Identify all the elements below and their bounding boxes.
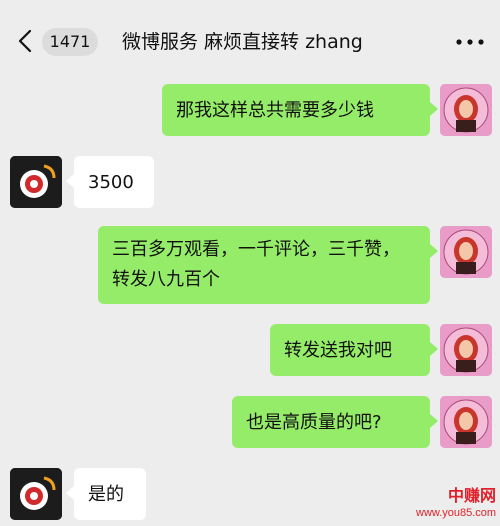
user-avatar[interactable]: [440, 324, 492, 376]
portrait-icon: [440, 226, 492, 278]
message-row: 3500: [0, 156, 500, 210]
watermark: 中赚网 www.you85.com: [416, 486, 500, 526]
message-row: 三百多万观看，一千评论，三千赞，转发八九百个: [0, 226, 500, 306]
watermark-title: 中赚网: [447, 486, 496, 505]
unread-count-badge[interactable]: 1471: [42, 28, 98, 56]
more-options-button[interactable]: [452, 30, 488, 54]
message-bubble[interactable]: 是的: [74, 468, 146, 520]
ellipsis-icon: [456, 39, 484, 45]
weibo-avatar[interactable]: [10, 468, 62, 520]
message-row: 也是高质量的吧?: [0, 396, 500, 450]
user-avatar[interactable]: [440, 396, 492, 448]
message-text: 也是高质量的吧?: [246, 412, 382, 433]
message-bubble[interactable]: 那我这样总共需要多少钱: [162, 84, 430, 136]
portrait-icon: [440, 396, 492, 448]
message-bubble[interactable]: 转发送我对吧: [270, 324, 430, 376]
message-row: 那我这样总共需要多少钱: [0, 84, 500, 138]
weibo-logo-icon: [10, 468, 62, 520]
chevron-left-icon: [18, 29, 32, 53]
user-avatar[interactable]: [440, 226, 492, 278]
message-bubble[interactable]: 三百多万观看，一千评论，三千赞，转发八九百个: [98, 226, 430, 304]
message-text: 那我这样总共需要多少钱: [176, 100, 374, 121]
weibo-logo-icon: [10, 156, 62, 208]
message-text: 是的: [88, 484, 124, 505]
chat-header: 1471 微博服务 麻烦直接转 zhang: [0, 0, 500, 72]
user-avatar[interactable]: [440, 84, 492, 136]
watermark-url: www.you85.com: [416, 507, 497, 519]
message-text: 转发送我对吧: [284, 340, 392, 361]
portrait-icon: [440, 84, 492, 136]
message-row: 转发送我对吧: [0, 324, 500, 378]
portrait-icon: [440, 324, 492, 376]
chat-title: 微博服务 麻烦直接转 zhang: [122, 31, 363, 53]
message-text: 三百多万观看，一千评论，三千赞，转发八九百个: [112, 239, 400, 290]
weibo-avatar[interactable]: [10, 156, 62, 208]
message-text: 3500: [88, 172, 134, 193]
message-bubble[interactable]: 3500: [74, 156, 154, 208]
message-bubble[interactable]: 也是高质量的吧?: [232, 396, 430, 448]
back-button[interactable]: [14, 26, 36, 56]
